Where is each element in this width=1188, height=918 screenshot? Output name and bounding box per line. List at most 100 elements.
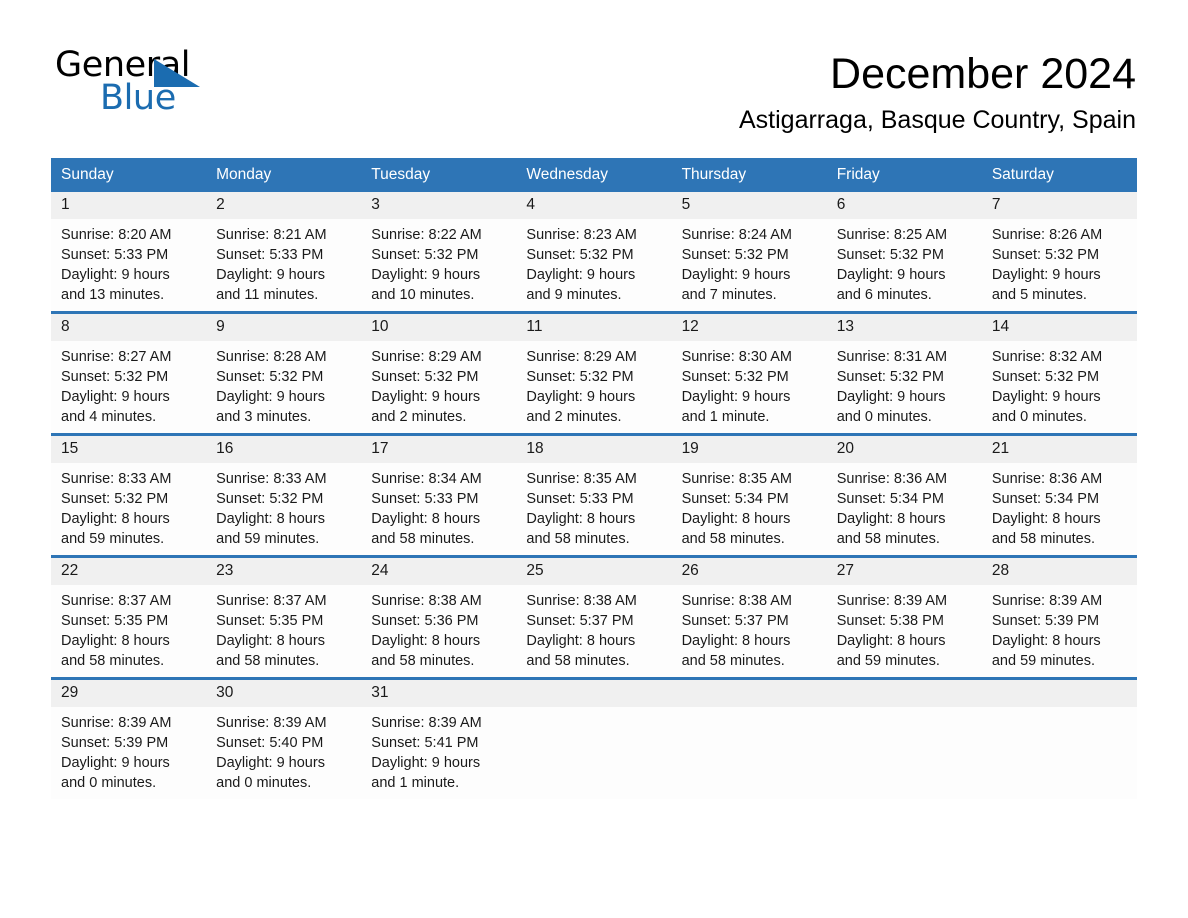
day-details: Sunrise: 8:33 AM Sunset: 5:32 PM Daylight:… [51, 463, 206, 549]
daylight-duration-line1: Daylight: 9 hours [681, 388, 791, 405]
calendar-week-row: 22 Sunrise: 8:37 AM Sunset: 5:35 PM Dayligh… [51, 554, 1137, 679]
calendar-day-cell[interactable]: 8 Sunrise: 8:27 AM Sunset: 5:32 PM Daylight… [51, 310, 207, 435]
daylight-duration-line2: and 1 minute. [681, 408, 770, 425]
sunrise-time: Sunrise: 8:26 AM [991, 226, 1103, 243]
calendar-day-cell[interactable]: 21 Sunrise: 8:36 AM Sunset: 5:34 PM Dayligh… [981, 432, 1137, 557]
calendar-day-cell[interactable]: 15 Sunrise: 8:33 AM Sunset: 5:32 PM Dayligh… [51, 432, 207, 557]
calendar-day-cell[interactable]: 16 Sunrise: 8:33 AM Sunset: 5:32 PM Dayligh… [206, 432, 362, 557]
calendar-day-cell[interactable]: 5 Sunrise: 8:24 AM Sunset: 5:32 PM Daylight… [671, 191, 827, 313]
calendar-day-cell[interactable]: 13 Sunrise: 8:31 AM Sunset: 5:32 PM Dayligh… [826, 310, 982, 435]
calendar-day-cell[interactable]: 7 Sunrise: 8:26 AM Sunset: 5:32 PM Daylight… [981, 191, 1137, 313]
calendar-day-cell[interactable]: 19 Sunrise: 8:35 AM Sunset: 5:34 PM Dayligh… [671, 432, 827, 557]
day-details: Sunrise: 8:31 AM Sunset: 5:32 PM Daylight:… [827, 341, 982, 427]
calendar-day-cell[interactable]: 31 Sunrise: 8:39 AM Sunset: 5:41 PM Dayligh… [361, 676, 517, 799]
calendar-day-cell[interactable]: 30 Sunrise: 8:39 AM Sunset: 5:40 PM Dayligh… [206, 676, 362, 799]
daylight-duration-line2: and 4 minutes. [61, 408, 157, 425]
calendar-day-cell[interactable]: 9 Sunrise: 8:28 AM Sunset: 5:32 PM Daylight… [206, 310, 362, 435]
sunrise-time: Sunrise: 8:30 AM [681, 348, 792, 365]
calendar-day-cell[interactable]: 26 Sunrise: 8:38 AM Sunset: 5:37 PM Dayligh… [671, 554, 827, 679]
calendar-day-cell[interactable]: 2 Sunrise: 8:21 AM Sunset: 5:33 PM Daylight… [206, 191, 362, 313]
calendar-day-cell[interactable]: 27 Sunrise: 8:39 AM Sunset: 5:38 PM Dayligh… [826, 554, 982, 679]
day-details: Sunrise: 8:38 AM Sunset: 5:37 PM Daylight:… [672, 585, 827, 671]
day-number: 26 [671, 557, 827, 585]
sunset-time: Sunset: 5:33 PM [216, 246, 324, 263]
calendar-day-cell[interactable]: 23 Sunrise: 8:37 AM Sunset: 5:35 PM Dayligh… [206, 554, 362, 679]
calendar-day-cell[interactable]: 12 Sunrise: 8:30 AM Sunset: 5:32 PM Dayligh… [671, 310, 827, 435]
calendar-day-cell[interactable]: 25 Sunrise: 8:38 AM Sunset: 5:37 PM Dayligh… [516, 554, 672, 679]
sunset-time: Sunset: 5:32 PM [216, 490, 324, 507]
sunset-time: Sunset: 5:32 PM [216, 368, 324, 385]
daylight-duration-line1: Daylight: 8 hours [526, 632, 636, 649]
calendar-day-cell[interactable]: 4 Sunrise: 8:23 AM Sunset: 5:32 PM Daylight… [516, 191, 672, 313]
calendar-day-cell[interactable]: 22 Sunrise: 8:37 AM Sunset: 5:35 PM Dayligh… [51, 554, 207, 679]
sunset-time: Sunset: 5:33 PM [526, 490, 634, 507]
day-details: Sunrise: 8:20 AM Sunset: 5:33 PM Daylight:… [51, 219, 206, 305]
day-details: Sunrise: 8:24 AM Sunset: 5:32 PM Daylight:… [672, 219, 827, 305]
daylight-duration-line1: Daylight: 8 hours [836, 632, 946, 649]
day-details: Sunrise: 8:38 AM Sunset: 5:37 PM Daylight:… [516, 585, 671, 671]
day-number: 9 [206, 313, 362, 341]
daylight-duration-line1: Daylight: 8 hours [216, 510, 325, 527]
sunset-time: Sunset: 5:32 PM [991, 246, 1100, 263]
daylight-duration-line1: Daylight: 9 hours [371, 266, 481, 283]
daylight-duration-line1: Daylight: 9 hours [526, 266, 636, 283]
daylight-duration-line2: and 2 minutes. [526, 408, 622, 425]
calendar-day-cell[interactable]: 6 Sunrise: 8:25 AM Sunset: 5:32 PM Daylight… [826, 191, 982, 313]
daylight-duration-line1: Daylight: 8 hours [991, 510, 1101, 527]
page-header: General Blue December 2024 Astigarraga, … [0, 0, 1188, 138]
sunrise-time: Sunrise: 8:39 AM [61, 714, 172, 731]
calendar-day-cell[interactable]: 20 Sunrise: 8:36 AM Sunset: 5:34 PM Dayligh… [826, 432, 982, 557]
calendar-day-cell[interactable]: 3 Sunrise: 8:22 AM Sunset: 5:32 PM Daylight… [361, 191, 517, 313]
daylight-duration-line2: and 58 minutes. [371, 530, 475, 547]
sunrise-time: Sunrise: 8:35 AM [526, 470, 637, 487]
title-block: December 2024 Astigarraga, Basque Countr… [255, 48, 1136, 138]
day-details: Sunrise: 8:30 AM Sunset: 5:32 PM Daylight:… [672, 341, 827, 427]
general-blue-logo[interactable]: General Blue [55, 48, 255, 120]
calendar-day-cell[interactable]: 1 Sunrise: 8:20 AM Sunset: 5:33 PM Daylight… [51, 191, 207, 313]
sunset-time: Sunset: 5:35 PM [216, 612, 324, 629]
sunset-time: Sunset: 5:39 PM [61, 734, 169, 751]
day-number: 29 [51, 679, 207, 707]
day-number: 16 [206, 435, 362, 463]
sunrise-time: Sunrise: 8:22 AM [371, 226, 482, 243]
sunrise-time: Sunrise: 8:27 AM [61, 348, 172, 365]
sunset-time: Sunset: 5:32 PM [836, 368, 944, 385]
calendar-day-cell[interactable]: 29 Sunrise: 8:39 AM Sunset: 5:39 PM Dayligh… [51, 676, 207, 799]
daylight-duration-line1: Daylight: 8 hours [216, 632, 325, 649]
weekday-header-wednesday: Wednesday [516, 157, 672, 192]
daylight-duration-line2: and 58 minutes. [216, 652, 320, 669]
day-number: 7 [981, 191, 1137, 219]
calendar-day-cell[interactable]: 28 Sunrise: 8:39 AM Sunset: 5:39 PM Dayligh… [981, 554, 1137, 679]
day-number: 8 [51, 313, 207, 341]
daylight-duration-line2: and 11 minutes. [216, 286, 319, 303]
calendar-day-cell[interactable]: 14 Sunrise: 8:32 AM Sunset: 5:32 PM Dayligh… [981, 310, 1137, 435]
daylight-duration-line1: Daylight: 8 hours [836, 510, 946, 527]
daylight-duration-line2: and 58 minutes. [526, 530, 630, 547]
calendar-page: General Blue December 2024 Astigarraga, … [0, 0, 1188, 918]
calendar-day-cell[interactable]: 18 Sunrise: 8:35 AM Sunset: 5:33 PM Dayligh… [516, 432, 672, 557]
sunrise-time: Sunrise: 8:32 AM [991, 348, 1103, 365]
day-details: Sunrise: 8:39 AM Sunset: 5:41 PM Daylight:… [361, 707, 516, 793]
calendar-day-cell-empty [826, 676, 982, 799]
calendar-day-cell[interactable]: 17 Sunrise: 8:34 AM Sunset: 5:33 PM Dayligh… [361, 432, 517, 557]
day-number: 13 [826, 313, 982, 341]
daylight-duration-line2: and 58 minutes. [371, 652, 475, 669]
day-number [516, 679, 672, 707]
calendar-day-cell[interactable]: 11 Sunrise: 8:29 AM Sunset: 5:32 PM Dayligh… [516, 310, 672, 435]
calendar-header-row: Sunday Monday Tuesday Wednesday Thursday… [51, 157, 1137, 192]
sunset-time: Sunset: 5:34 PM [991, 490, 1100, 507]
day-number: 3 [361, 191, 517, 219]
day-details: Sunrise: 8:37 AM Sunset: 5:35 PM Daylight:… [51, 585, 206, 671]
day-details: Sunrise: 8:35 AM Sunset: 5:33 PM Daylight:… [516, 463, 671, 549]
sunrise-time: Sunrise: 8:39 AM [991, 592, 1103, 609]
day-details: Sunrise: 8:39 AM Sunset: 5:39 PM Daylight:… [982, 585, 1137, 671]
day-number: 18 [516, 435, 672, 463]
day-number: 28 [981, 557, 1137, 585]
sunrise-time: Sunrise: 8:28 AM [216, 348, 327, 365]
day-details: Sunrise: 8:35 AM Sunset: 5:34 PM Daylight:… [672, 463, 827, 549]
day-number: 15 [51, 435, 207, 463]
calendar-day-cell[interactable]: 24 Sunrise: 8:38 AM Sunset: 5:36 PM Dayligh… [361, 554, 517, 679]
day-details: Sunrise: 8:29 AM Sunset: 5:32 PM Daylight:… [516, 341, 671, 427]
calendar-day-cell[interactable]: 10 Sunrise: 8:29 AM Sunset: 5:32 PM Dayligh… [361, 310, 517, 435]
daylight-duration-line1: Daylight: 8 hours [681, 510, 791, 527]
